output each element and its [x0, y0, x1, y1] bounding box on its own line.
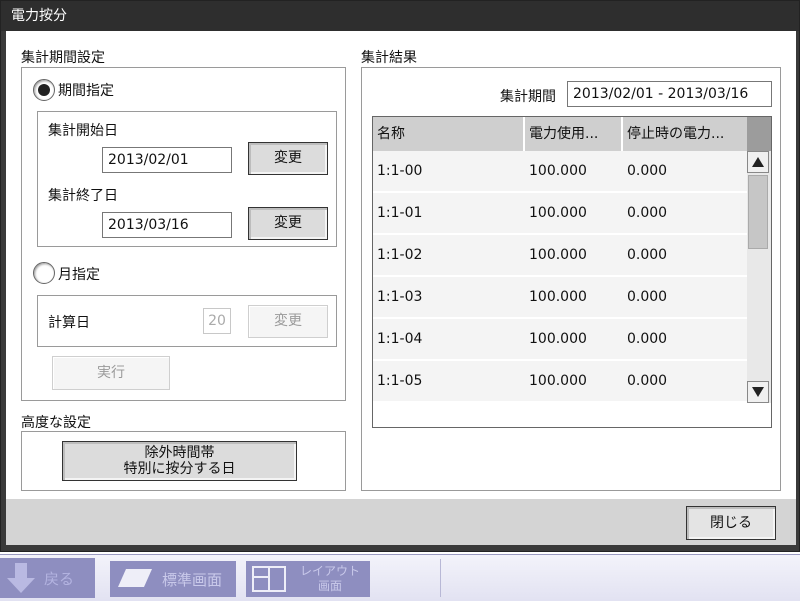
- exclusion-button-line2: 特別に按分する日: [123, 461, 236, 477]
- triangle-down-icon: [752, 387, 764, 397]
- content-area: 集計期間設定 期間指定 集計開始日 2013/02/01 変更 集計終了日 20…: [6, 31, 796, 499]
- cell-power-usage: 100.000: [529, 247, 587, 263]
- table-row[interactable]: 1:1-03 100.000 0.000: [373, 277, 747, 319]
- cell-standby-power: 0.000: [627, 373, 668, 389]
- table-row[interactable]: 1:1-00 100.000 0.000: [373, 151, 747, 193]
- results-period-field: 2013/02/01 - 2013/03/16: [567, 81, 772, 107]
- results-period-label: 集計期間: [500, 89, 556, 105]
- cell-name: 1:1-00: [377, 163, 423, 179]
- triangle-up-icon: [752, 157, 764, 167]
- cell-name: 1:1-01: [377, 205, 423, 221]
- cell-power-usage: 100.000: [529, 205, 587, 221]
- cell-power-usage: 100.000: [529, 163, 587, 179]
- period-radio[interactable]: [33, 79, 55, 101]
- standard-screen-label: 標準画面: [162, 570, 223, 589]
- cell-name: 1:1-04: [377, 331, 423, 347]
- advanced-settings-label: 高度な設定: [21, 415, 91, 431]
- exclusion-button-line1: 除外時間帯: [144, 445, 215, 461]
- arrow-down-icon: [7, 563, 35, 593]
- calc-day-change-button[interactable]: 変更: [248, 305, 328, 338]
- window-title: 電力按分: [1, 1, 799, 31]
- start-date-label: 集計開始日: [48, 123, 118, 139]
- end-date-field[interactable]: 2013/03/16: [102, 212, 232, 238]
- column-header-name[interactable]: 名称: [373, 117, 523, 151]
- table-row[interactable]: 1:1-02 100.000 0.000: [373, 235, 747, 277]
- cell-name: 1:1-05: [377, 373, 423, 389]
- cell-name: 1:1-02: [377, 247, 423, 263]
- cell-power-usage: 100.000: [529, 373, 587, 389]
- taskbar-divider: [440, 559, 441, 597]
- header-corner: [747, 117, 771, 151]
- taskbar: 戻る 標準画面 レイアウト 画面: [0, 554, 800, 601]
- cell-name: 1:1-03: [377, 289, 423, 305]
- cell-standby-power: 0.000: [627, 247, 668, 263]
- cell-standby-power: 0.000: [627, 331, 668, 347]
- cell-standby-power: 0.000: [627, 289, 668, 305]
- layout-label: レイアウト 画面: [300, 564, 360, 594]
- dialog-footer: 閉じる: [6, 499, 796, 545]
- execute-button[interactable]: 実行: [52, 356, 170, 390]
- cell-power-usage: 100.000: [529, 331, 587, 347]
- back-label: 戻る: [44, 569, 75, 588]
- table-row[interactable]: 1:1-04 100.000 0.000: [373, 319, 747, 361]
- scroll-thumb[interactable]: [748, 175, 768, 249]
- end-date-change-button[interactable]: 変更: [248, 207, 328, 240]
- month-radio-label[interactable]: 月指定: [58, 264, 100, 284]
- screen-icon: [118, 569, 152, 587]
- cell-standby-power: 0.000: [627, 205, 668, 221]
- scroll-up-button[interactable]: [747, 151, 769, 173]
- back-button[interactable]: 戻る: [0, 558, 95, 598]
- start-date-change-button[interactable]: 変更: [248, 142, 328, 175]
- scroll-down-button[interactable]: [747, 381, 769, 403]
- layout-icon: [252, 566, 286, 592]
- standard-screen-button[interactable]: 標準画面: [110, 561, 236, 597]
- layout-label-line2: 画面: [318, 579, 343, 593]
- advanced-settings-panel: 除外時間帯 特別に按分する日: [21, 431, 346, 491]
- calc-day-label: 計算日: [48, 315, 90, 331]
- exclusion-special-days-button[interactable]: 除外時間帯 特別に按分する日: [62, 441, 297, 481]
- period-radio-label[interactable]: 期間指定: [58, 80, 114, 100]
- results-table[interactable]: 名称 電力使用... 停止時の電力... 1:1-00 100.000 0.00…: [372, 116, 772, 428]
- period-settings-panel: 期間指定 集計開始日 2013/02/01 変更 集計終了日 2013/03/1…: [21, 67, 346, 401]
- column-header-power-usage[interactable]: 電力使用...: [525, 117, 621, 151]
- calc-day-field[interactable]: 20: [203, 308, 231, 334]
- period-settings-label: 集計期間設定: [21, 50, 105, 66]
- layout-screen-button[interactable]: レイアウト 画面: [246, 561, 370, 597]
- cell-power-usage: 100.000: [529, 289, 587, 305]
- month-radio[interactable]: [33, 262, 55, 284]
- layout-label-line1: レイアウト: [300, 564, 361, 578]
- results-label: 集計結果: [361, 50, 417, 66]
- main-window: 電力按分 集計期間設定 期間指定 集計開始日 2013/02/01 変更 集計終…: [0, 0, 800, 552]
- table-row[interactable]: 1:1-05 100.000 0.000: [373, 361, 747, 403]
- period-range-group: 集計開始日 2013/02/01 変更 集計終了日 2013/03/16 変更: [37, 111, 337, 247]
- table-row[interactable]: 1:1-01 100.000 0.000: [373, 193, 747, 235]
- table-scrollbar[interactable]: [747, 151, 771, 403]
- column-header-standby-power[interactable]: 停止時の電力...: [623, 117, 747, 151]
- close-button[interactable]: 閉じる: [686, 506, 776, 540]
- cell-standby-power: 0.000: [627, 163, 668, 179]
- start-date-field[interactable]: 2013/02/01: [102, 147, 232, 173]
- month-group: 計算日 20 変更: [37, 295, 337, 347]
- end-date-label: 集計終了日: [48, 188, 118, 204]
- results-panel: 集計期間 2013/02/01 - 2013/03/16 名称 電力使用... …: [361, 67, 781, 491]
